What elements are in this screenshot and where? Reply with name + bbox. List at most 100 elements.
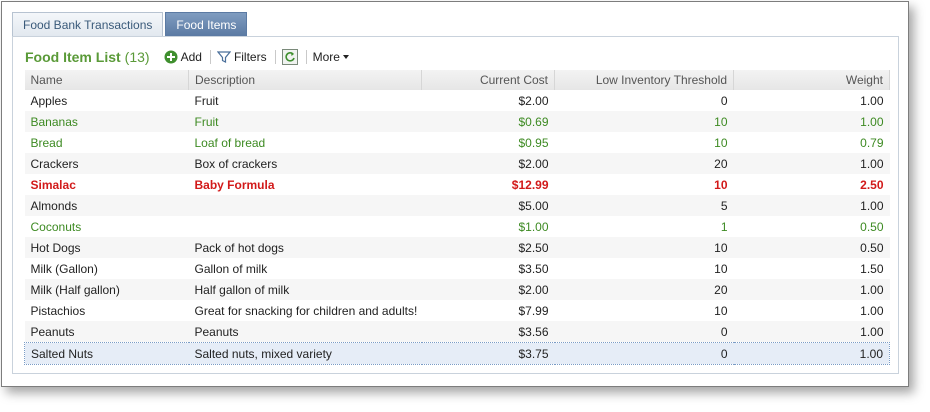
cell-weight: 2.50 xyxy=(860,177,884,192)
cell-description xyxy=(189,216,422,237)
add-button[interactable]: Add xyxy=(164,50,202,64)
cell-weight: 1.00 xyxy=(860,93,884,108)
cell-description: Pack of hot dogs xyxy=(188,237,422,258)
cell-description: Fruit xyxy=(188,111,422,132)
cell-current-cost: $3.56 xyxy=(421,321,555,343)
cell-name: Apples xyxy=(30,93,68,108)
cell-current-cost: $2.00 xyxy=(518,93,549,108)
cell-name: Simalac xyxy=(30,177,76,192)
column-header-name[interactable]: Name xyxy=(24,70,189,90)
cell-weight: 1.00 xyxy=(733,342,890,365)
table-row[interactable]: Peanuts Peanuts $3.56 0 1.00 xyxy=(24,321,890,343)
cell-description xyxy=(188,195,422,216)
cell-threshold: 1 xyxy=(720,219,728,234)
cell-description: Salted nuts, mixed variety xyxy=(188,342,422,365)
funnel-icon xyxy=(216,51,231,63)
cell-name: Coconuts xyxy=(30,219,82,234)
cell-threshold: 10 xyxy=(554,237,734,258)
table-row[interactable]: Bread Loaf of bread $0.95 10 0.79 xyxy=(25,132,890,153)
cell-description: Fruit xyxy=(194,93,219,108)
tab-food-items[interactable]: Food Items xyxy=(165,12,248,36)
cell-weight: 1.00 xyxy=(733,279,890,300)
table-row[interactable]: Salted Nuts Salted nuts, mixed variety $3.… xyxy=(24,342,890,365)
cell-description: Loaf of bread xyxy=(194,135,266,150)
list-count: (13) xyxy=(124,49,150,65)
cell-name: Bananas xyxy=(24,111,189,132)
food-items-grid: Name Description Current Cost Low Invent… xyxy=(24,70,890,365)
cell-weight: 0.50 xyxy=(860,219,884,234)
cell-description: Great for snacking for children and adul… xyxy=(194,303,418,318)
filters-button[interactable]: Filters xyxy=(216,50,267,64)
filters-label: Filters xyxy=(233,50,267,64)
cell-current-cost: $3.75 xyxy=(421,342,555,365)
cell-threshold: 20 xyxy=(554,279,734,300)
cell-current-cost: $12.99 xyxy=(511,177,549,192)
cell-name: Crackers xyxy=(24,153,189,174)
cell-description: Box of crackers xyxy=(188,153,422,174)
column-header-weight[interactable]: Weight xyxy=(733,70,890,90)
table-row[interactable]: Milk (Half gallon) Half gallon of milk $2.… xyxy=(24,279,890,300)
column-header-current-cost[interactable]: Current Cost xyxy=(421,70,555,90)
cell-description: Gallon of milk xyxy=(194,261,268,276)
column-header-low-inventory-threshold[interactable]: Low Inventory Threshold xyxy=(554,70,734,90)
add-label: Add xyxy=(180,50,202,64)
cell-weight: 1.00 xyxy=(733,195,890,216)
cell-weight: 0.79 xyxy=(860,135,884,150)
table-row[interactable]: Milk (Gallon) Gallon of milk $3.50 10 1.50 xyxy=(25,258,890,279)
cell-current-cost: $3.50 xyxy=(518,261,549,276)
tab-food-bank-transactions[interactable]: Food Bank Transactions xyxy=(12,12,164,36)
more-label: More xyxy=(312,50,340,64)
cell-current-cost: $0.69 xyxy=(421,111,555,132)
cell-current-cost: $2.00 xyxy=(421,279,555,300)
cell-name: Hot Dogs xyxy=(24,237,189,258)
table-row[interactable]: Hot Dogs Pack of hot dogs $2.50 10 0.50 xyxy=(24,237,890,258)
cell-current-cost: $0.95 xyxy=(518,135,549,150)
toolbar-divider xyxy=(274,50,276,64)
cell-threshold: 0 xyxy=(720,93,728,108)
table-row[interactable]: Almonds $5.00 5 1.00 xyxy=(24,195,890,216)
cell-name: Milk (Half gallon) xyxy=(24,279,189,300)
more-button[interactable]: More xyxy=(313,50,350,64)
list-title: Food Item List xyxy=(25,49,121,65)
cell-threshold: 20 xyxy=(554,153,734,174)
list-toolbar: Food Item List (13) Add Filters More xyxy=(25,47,350,67)
cell-name: Peanuts xyxy=(24,321,189,343)
cell-current-cost: $5.00 xyxy=(421,195,555,216)
cell-weight: 1.00 xyxy=(733,153,890,174)
refresh-icon xyxy=(281,49,298,65)
table-row[interactable]: Coconuts $1.00 1 0.50 xyxy=(25,216,890,237)
cell-weight: 0.50 xyxy=(733,237,890,258)
cell-name: Bread xyxy=(30,135,63,150)
food-item-panel: Food Item List (13) Add Filters More Nam… xyxy=(12,36,899,374)
cell-current-cost: $2.50 xyxy=(421,237,555,258)
refresh-button[interactable] xyxy=(281,49,298,65)
cell-current-cost: $2.00 xyxy=(421,153,555,174)
cell-description: Peanuts xyxy=(188,321,422,343)
cell-current-cost: $7.99 xyxy=(518,303,549,318)
toolbar-divider xyxy=(209,50,211,64)
plus-circle-icon xyxy=(164,50,178,64)
table-row[interactable]: Crackers Box of crackers $2.00 20 1.00 xyxy=(24,153,890,174)
tab-bar: Food Bank Transactions Food Items xyxy=(12,12,249,36)
table-row[interactable]: Pistachios Great for snacking for childre… xyxy=(25,300,890,321)
cell-threshold: 0 xyxy=(554,321,734,343)
food-items-table: Name Description Current Cost Low Invent… xyxy=(24,70,890,365)
cell-threshold: 0 xyxy=(554,342,734,365)
cell-threshold: 10 xyxy=(714,261,728,276)
cell-threshold: 10 xyxy=(714,177,728,192)
cell-weight: 1.00 xyxy=(733,321,890,343)
cell-threshold: 5 xyxy=(554,195,734,216)
table-row[interactable]: Apples Fruit $2.00 0 1.00 xyxy=(25,90,890,111)
column-header-description[interactable]: Description xyxy=(188,70,422,90)
table-row[interactable]: Bananas Fruit $0.69 10 1.00 xyxy=(24,111,890,132)
caret-down-icon xyxy=(342,55,349,59)
cell-weight: 1.00 xyxy=(733,111,890,132)
cell-threshold: 10 xyxy=(714,135,728,150)
cell-description: Half gallon of milk xyxy=(188,279,422,300)
cell-current-cost: $1.00 xyxy=(518,219,549,234)
cell-weight: 1.00 xyxy=(860,303,884,318)
window: Food Bank Transactions Food Items Food I… xyxy=(1,1,909,387)
cell-name: Milk (Gallon) xyxy=(30,261,98,276)
cell-threshold: 10 xyxy=(554,111,734,132)
table-row[interactable]: Simalac Baby Formula $12.99 10 2.50 xyxy=(25,174,890,195)
